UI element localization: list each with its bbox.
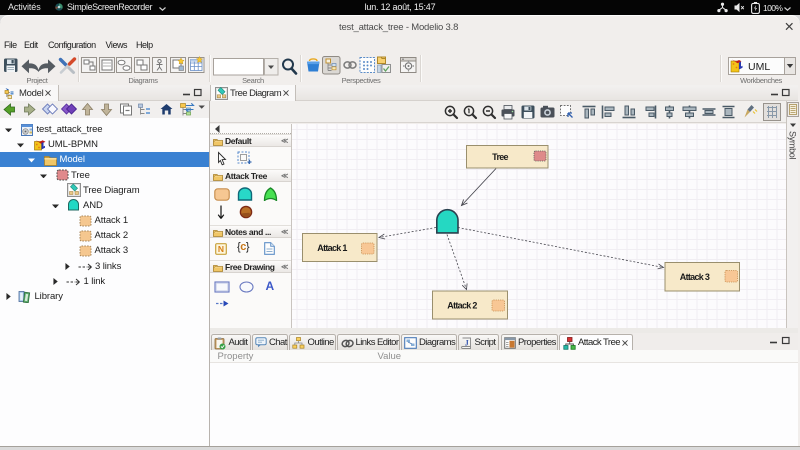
svg-text:Tree: Tree: [492, 152, 508, 162]
svg-text:N: N: [218, 244, 224, 254]
svg-text:UML: UML: [748, 61, 770, 73]
svg-text:J: J: [465, 338, 469, 347]
svg-text:Attack 3: Attack 3: [680, 272, 710, 282]
svg-text:Attack 2: Attack 2: [447, 301, 477, 311]
svg-text:Attack 1: Attack 1: [317, 243, 347, 253]
